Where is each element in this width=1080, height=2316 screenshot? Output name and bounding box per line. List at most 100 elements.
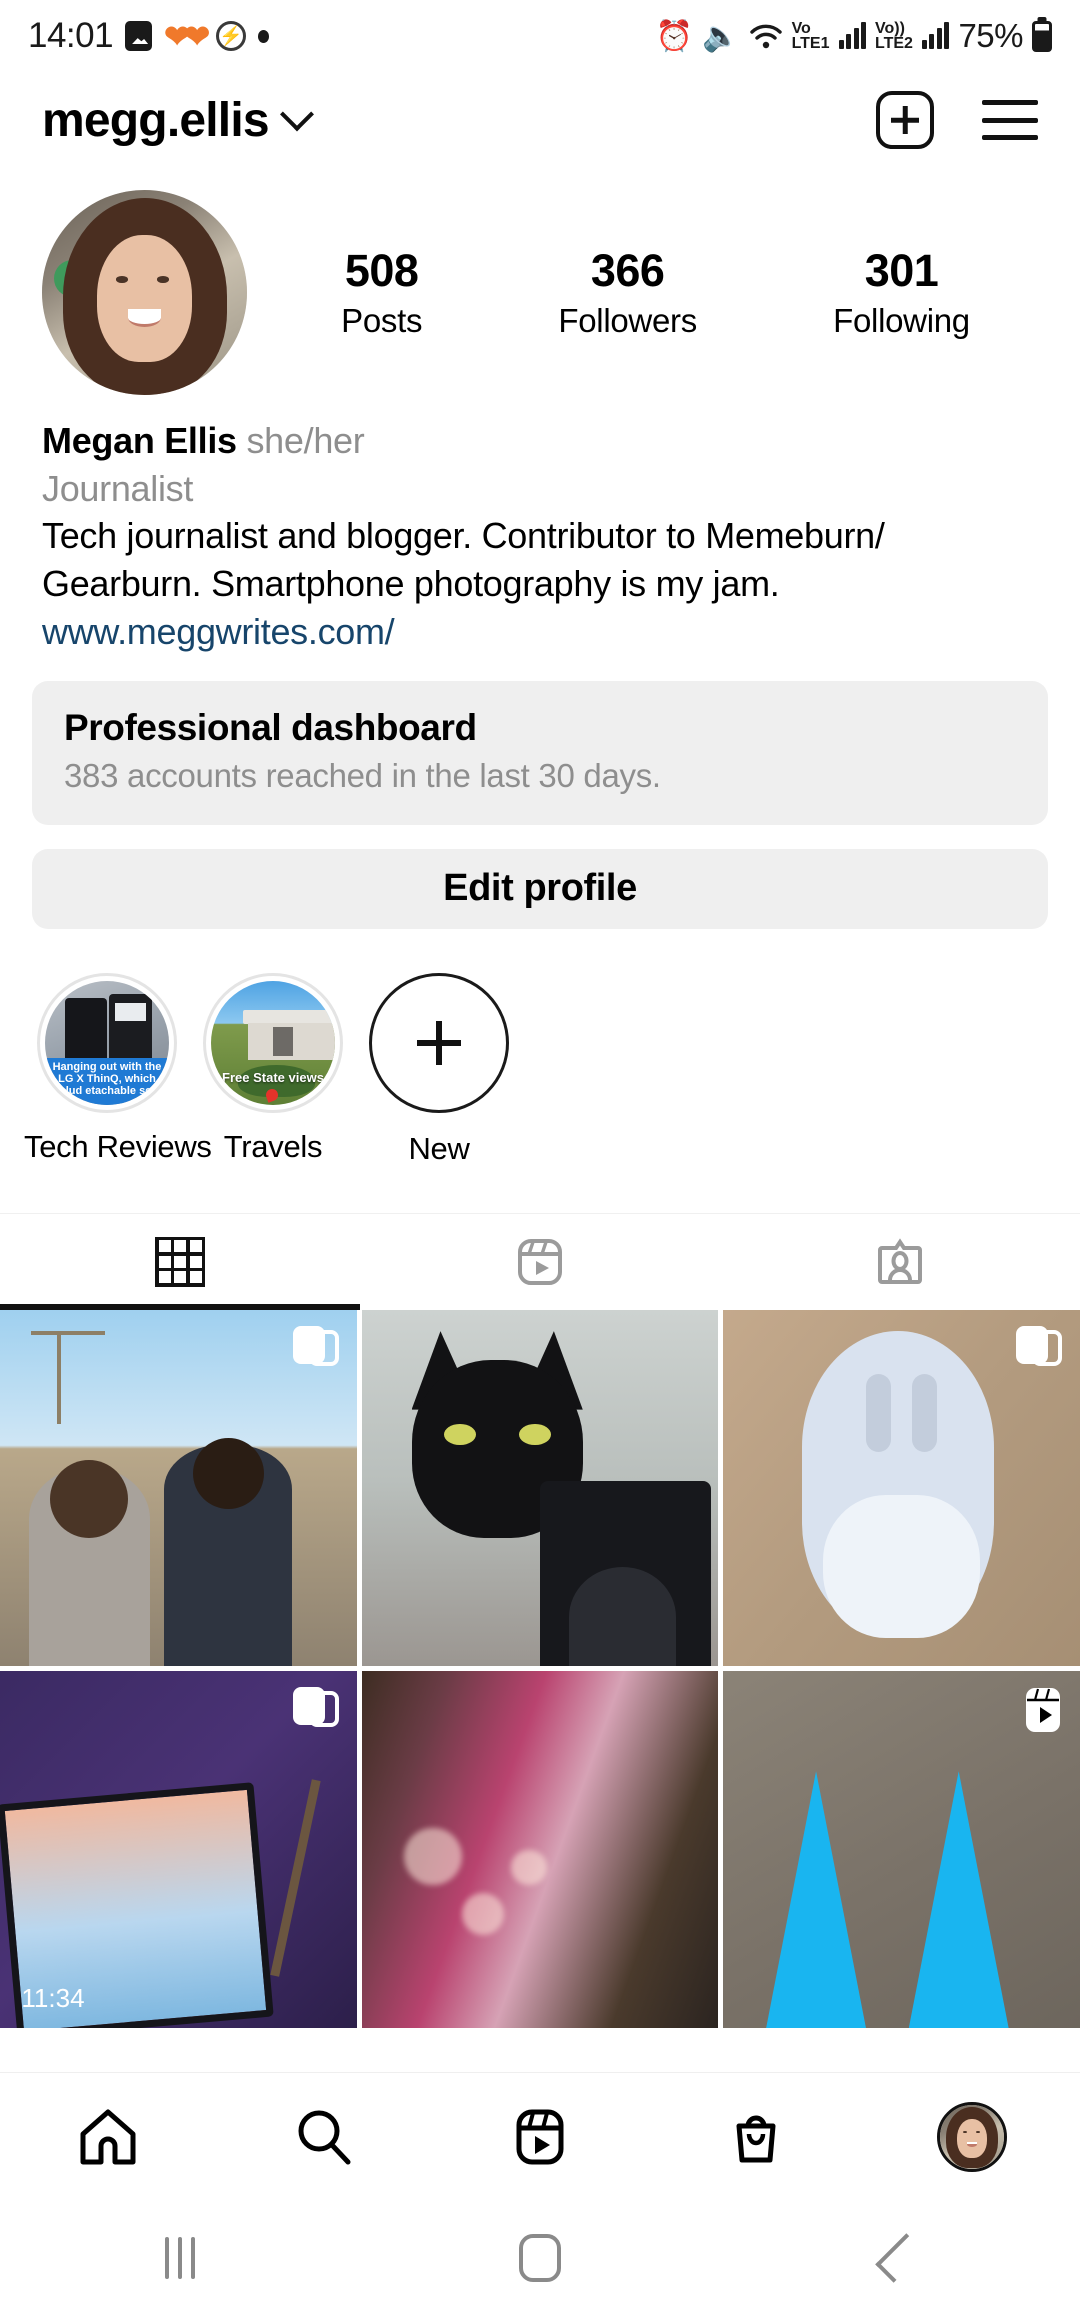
tagged-icon (878, 1238, 922, 1284)
tab-grid[interactable] (0, 1214, 360, 1310)
home-icon (80, 2109, 136, 2164)
highlight-travels[interactable]: Free State views Travels (190, 972, 356, 1167)
grid-icon (155, 1236, 205, 1287)
profile-summary: 508 Posts 366 Followers 301 Following (0, 168, 1080, 395)
reels-icon (1025, 1688, 1060, 1733)
battery-percent: 75% (958, 17, 1023, 54)
post-cell[interactable] (0, 1309, 357, 1667)
highlight-label: Tech Reviews (24, 1128, 212, 1164)
home-button[interactable] (360, 2234, 720, 2282)
post-cell[interactable] (723, 1309, 1080, 1667)
tab-reels[interactable] (360, 1214, 720, 1310)
stat-followers[interactable]: 366 Followers (558, 245, 697, 341)
carousel-icon (292, 1687, 339, 1733)
battery-icon (1032, 20, 1052, 52)
avatar-icon (937, 2101, 1007, 2172)
status-bar-right: ⏰ 🔈 Vo LTE1 Vo)) LTE2 75% (656, 17, 1052, 55)
highlight-label: Travels (223, 1128, 323, 1164)
carousel-icon (292, 1325, 339, 1372)
followers-count: 366 (590, 244, 665, 296)
back-chevron-icon (875, 2233, 925, 2283)
nav-shop[interactable] (648, 2106, 864, 2168)
nav-profile[interactable] (864, 2101, 1080, 2172)
following-count: 301 (864, 244, 939, 296)
avatar-image (42, 190, 247, 395)
dashboard-subtitle: 383 accounts reached in the last 30 days… (64, 756, 661, 794)
highlight-overlay-text: Free State views (222, 1069, 324, 1085)
plus-icon (369, 972, 509, 1113)
shop-icon (736, 2115, 776, 2162)
mute-icon: 🔈 (702, 19, 740, 53)
posts-count: 508 (344, 244, 419, 296)
edit-profile-label: Edit profile (443, 867, 637, 910)
status-time: 14:01 (28, 16, 114, 55)
bottom-navigation (0, 2072, 1080, 2200)
reels-icon (518, 1238, 562, 1285)
stat-posts[interactable]: 508 Posts (341, 245, 422, 341)
highlight-label: New (408, 1130, 470, 1166)
pronouns: she/her (246, 420, 365, 461)
back-button[interactable] (720, 2233, 1080, 2283)
signal-bars-sim1 (838, 22, 866, 49)
recents-icon (165, 2237, 195, 2279)
dot-icon (258, 29, 270, 43)
profile-stats: 508 Posts 366 Followers 301 Following (247, 245, 1038, 341)
dnd-icon (216, 21, 247, 51)
search-icon (298, 2110, 351, 2164)
post-cell[interactable] (361, 1309, 719, 1667)
wifi-icon (749, 21, 783, 51)
recents-button[interactable] (0, 2237, 360, 2279)
hamburger-menu-icon[interactable] (982, 100, 1038, 140)
story-highlights: Hanging out with the LG X ThinQ, which i… (0, 929, 1080, 1167)
profile-avatar[interactable] (42, 190, 247, 395)
sim1-vo: Vo (791, 19, 811, 37)
nav-reels[interactable] (432, 2106, 648, 2168)
stat-following[interactable]: 301 Following (833, 245, 970, 341)
chevron-down-icon (279, 97, 314, 132)
post-cell[interactable] (723, 1671, 1080, 2029)
sim2-network-label: Vo)) LTE2 (875, 19, 913, 51)
gallery-icon (125, 21, 153, 51)
home-pill-icon (519, 2234, 561, 2282)
following-label: Following (833, 302, 970, 340)
instagram-profile-screen: 14:01 ❤❤ ⏰ 🔈 VoLTE1 Vo))LTE2 75% (0, 0, 1080, 2316)
sim1-lte: LTE1 (791, 35, 830, 52)
tab-tagged[interactable] (720, 1214, 1080, 1310)
bio-link[interactable]: www.meggwrites.com/ (42, 608, 395, 657)
system-navigation-bar (0, 2200, 1080, 2316)
nav-search[interactable] (216, 2106, 432, 2168)
carousel-icon (1015, 1325, 1062, 1372)
header-actions (876, 91, 1038, 149)
highlight-thumb: Hanging out with the LG X ThinQ, which i… (37, 972, 177, 1113)
sim1-network-label: Vo LTE1 (791, 19, 830, 52)
post-overlay-time: 11:34 (21, 1982, 85, 2013)
sim2-vo: Vo)) (875, 19, 905, 37)
followers-label: Followers (558, 302, 697, 340)
professional-dashboard-card[interactable]: Professional dashboard 383 accounts reac… (32, 680, 1048, 825)
post-cell[interactable] (361, 1671, 719, 2029)
highlight-tech-reviews[interactable]: Hanging out with the LG X ThinQ, which i… (24, 972, 212, 1167)
account-switcher[interactable]: megg.ellis (42, 93, 314, 148)
post-grid: 11:34 (0, 1309, 1080, 2029)
post-image (361, 1671, 719, 2029)
highlight-overlay-text: Hanging out with the LG X ThinQ, which i… (45, 1057, 169, 1105)
highlight-new[interactable]: New (356, 972, 522, 1167)
content-tabs (0, 1212, 1080, 1310)
status-bar-left: 14:01 ❤❤ (28, 16, 270, 56)
display-name: Megan Ellis (42, 420, 237, 461)
posts-label: Posts (341, 302, 423, 340)
post-image (361, 1309, 719, 1667)
status-bar: 14:01 ❤❤ ⏰ 🔈 VoLTE1 Vo))LTE2 75% (0, 0, 1080, 72)
app-header: megg.ellis (0, 72, 1080, 168)
reels-icon (516, 2109, 564, 2164)
alarm-icon: ⏰ (655, 19, 694, 53)
nav-home[interactable] (0, 2106, 216, 2168)
edit-profile-button[interactable]: Edit profile (32, 848, 1048, 929)
profile-bio: Megan Ellis she/her Journalist Tech jour… (0, 395, 1080, 657)
post-cell[interactable]: 11:34 (0, 1671, 357, 2029)
header-username: megg.ellis (42, 93, 270, 147)
heart-icon: ❤❤ (164, 18, 210, 54)
new-post-icon[interactable] (876, 91, 934, 149)
profile-category: Journalist (42, 467, 194, 509)
highlight-thumb: Free State views (203, 972, 343, 1113)
